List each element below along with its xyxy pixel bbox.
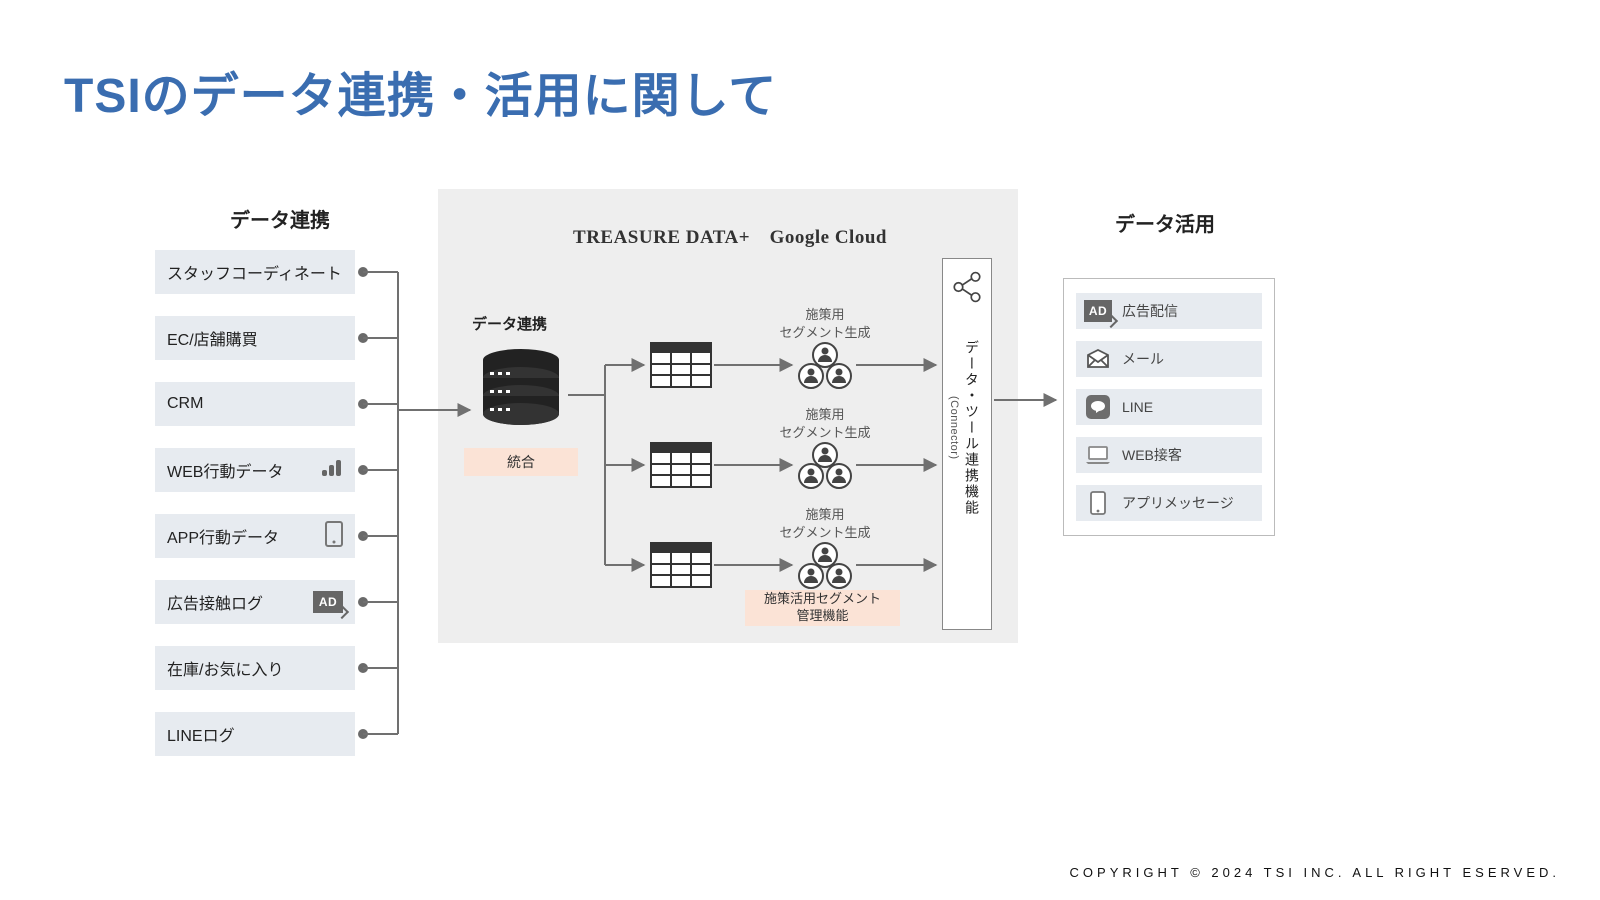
phone-icon	[325, 521, 343, 552]
people-icon	[798, 542, 852, 590]
source-item: 広告接触ログ AD	[155, 580, 355, 624]
ad-icon: AD	[1084, 300, 1112, 322]
use-label: 広告配信	[1122, 301, 1178, 321]
uses-header: データ活用	[1075, 208, 1255, 237]
connector-label: データ・ツール連携機能 (Connector)	[952, 340, 982, 516]
laptop-icon	[1084, 443, 1112, 467]
segment-label: 施策用セグメント生成	[770, 506, 880, 541]
source-item: CRM	[155, 382, 355, 426]
ad-icon: AD	[313, 591, 343, 613]
management-label: 施策活用セグメント 管理機能	[745, 590, 900, 626]
source-label: 広告接触ログ	[167, 590, 263, 614]
segment-label: 施策用セグメント生成	[770, 406, 880, 441]
source-label: EC/店舗購買	[167, 326, 258, 350]
line-icon	[1086, 395, 1110, 419]
use-item: アプリメッセージ	[1076, 485, 1262, 521]
use-label: WEB接客	[1122, 445, 1182, 465]
mid-sub-header: データ連携	[472, 313, 547, 334]
source-label: CRM	[167, 395, 203, 413]
use-item: AD 広告配信	[1076, 293, 1262, 329]
integration-label: 統合	[464, 448, 578, 476]
uses-panel: AD 広告配信 メール LINE WEB接客 アプリメッセージ	[1063, 278, 1275, 536]
source-label: WEB行動データ	[167, 458, 283, 482]
mail-icon	[1084, 347, 1112, 371]
slide-title: TSIのデータ連携・活用に関して	[64, 56, 777, 126]
source-item: LINEログ	[155, 712, 355, 756]
platform-label: TREASURE DATA+ Google Cloud	[555, 222, 905, 249]
table-icon	[650, 342, 712, 388]
phone-icon	[1084, 491, 1112, 515]
source-item: スタッフコーディネート	[155, 250, 355, 294]
use-item: メール	[1076, 341, 1262, 377]
source-label: APP行動データ	[167, 524, 279, 548]
table-icon	[650, 442, 712, 488]
use-label: LINE	[1122, 399, 1153, 415]
source-label: スタッフコーディネート	[167, 260, 342, 284]
source-item: WEB行動データ	[155, 448, 355, 492]
use-item: LINE	[1076, 389, 1262, 425]
analytics-icon	[321, 459, 343, 482]
segment-label: 施策用セグメント生成	[770, 306, 880, 341]
people-icon	[798, 342, 852, 390]
use-label: メール	[1122, 349, 1164, 369]
slide: TSIのデータ連携・活用に関して データ連携 スタッフコーディネート EC/店舗…	[0, 0, 1600, 900]
table-icon	[650, 542, 712, 588]
sources-header: データ連携	[180, 204, 380, 233]
use-item: WEB接客	[1076, 437, 1262, 473]
source-item: 在庫/お気に入り	[155, 646, 355, 690]
source-item: EC/店舗購買	[155, 316, 355, 360]
share-icon	[950, 270, 984, 304]
use-label: アプリメッセージ	[1122, 493, 1234, 513]
people-icon	[798, 442, 852, 490]
source-label: LINEログ	[167, 722, 235, 746]
source-label: 在庫/お気に入り	[167, 656, 283, 680]
source-item: APP行動データ	[155, 514, 355, 558]
database-icon	[478, 348, 564, 438]
copyright: COPYRIGHT © 2024 TSI INC. ALL RIGHT ESER…	[1070, 865, 1560, 880]
